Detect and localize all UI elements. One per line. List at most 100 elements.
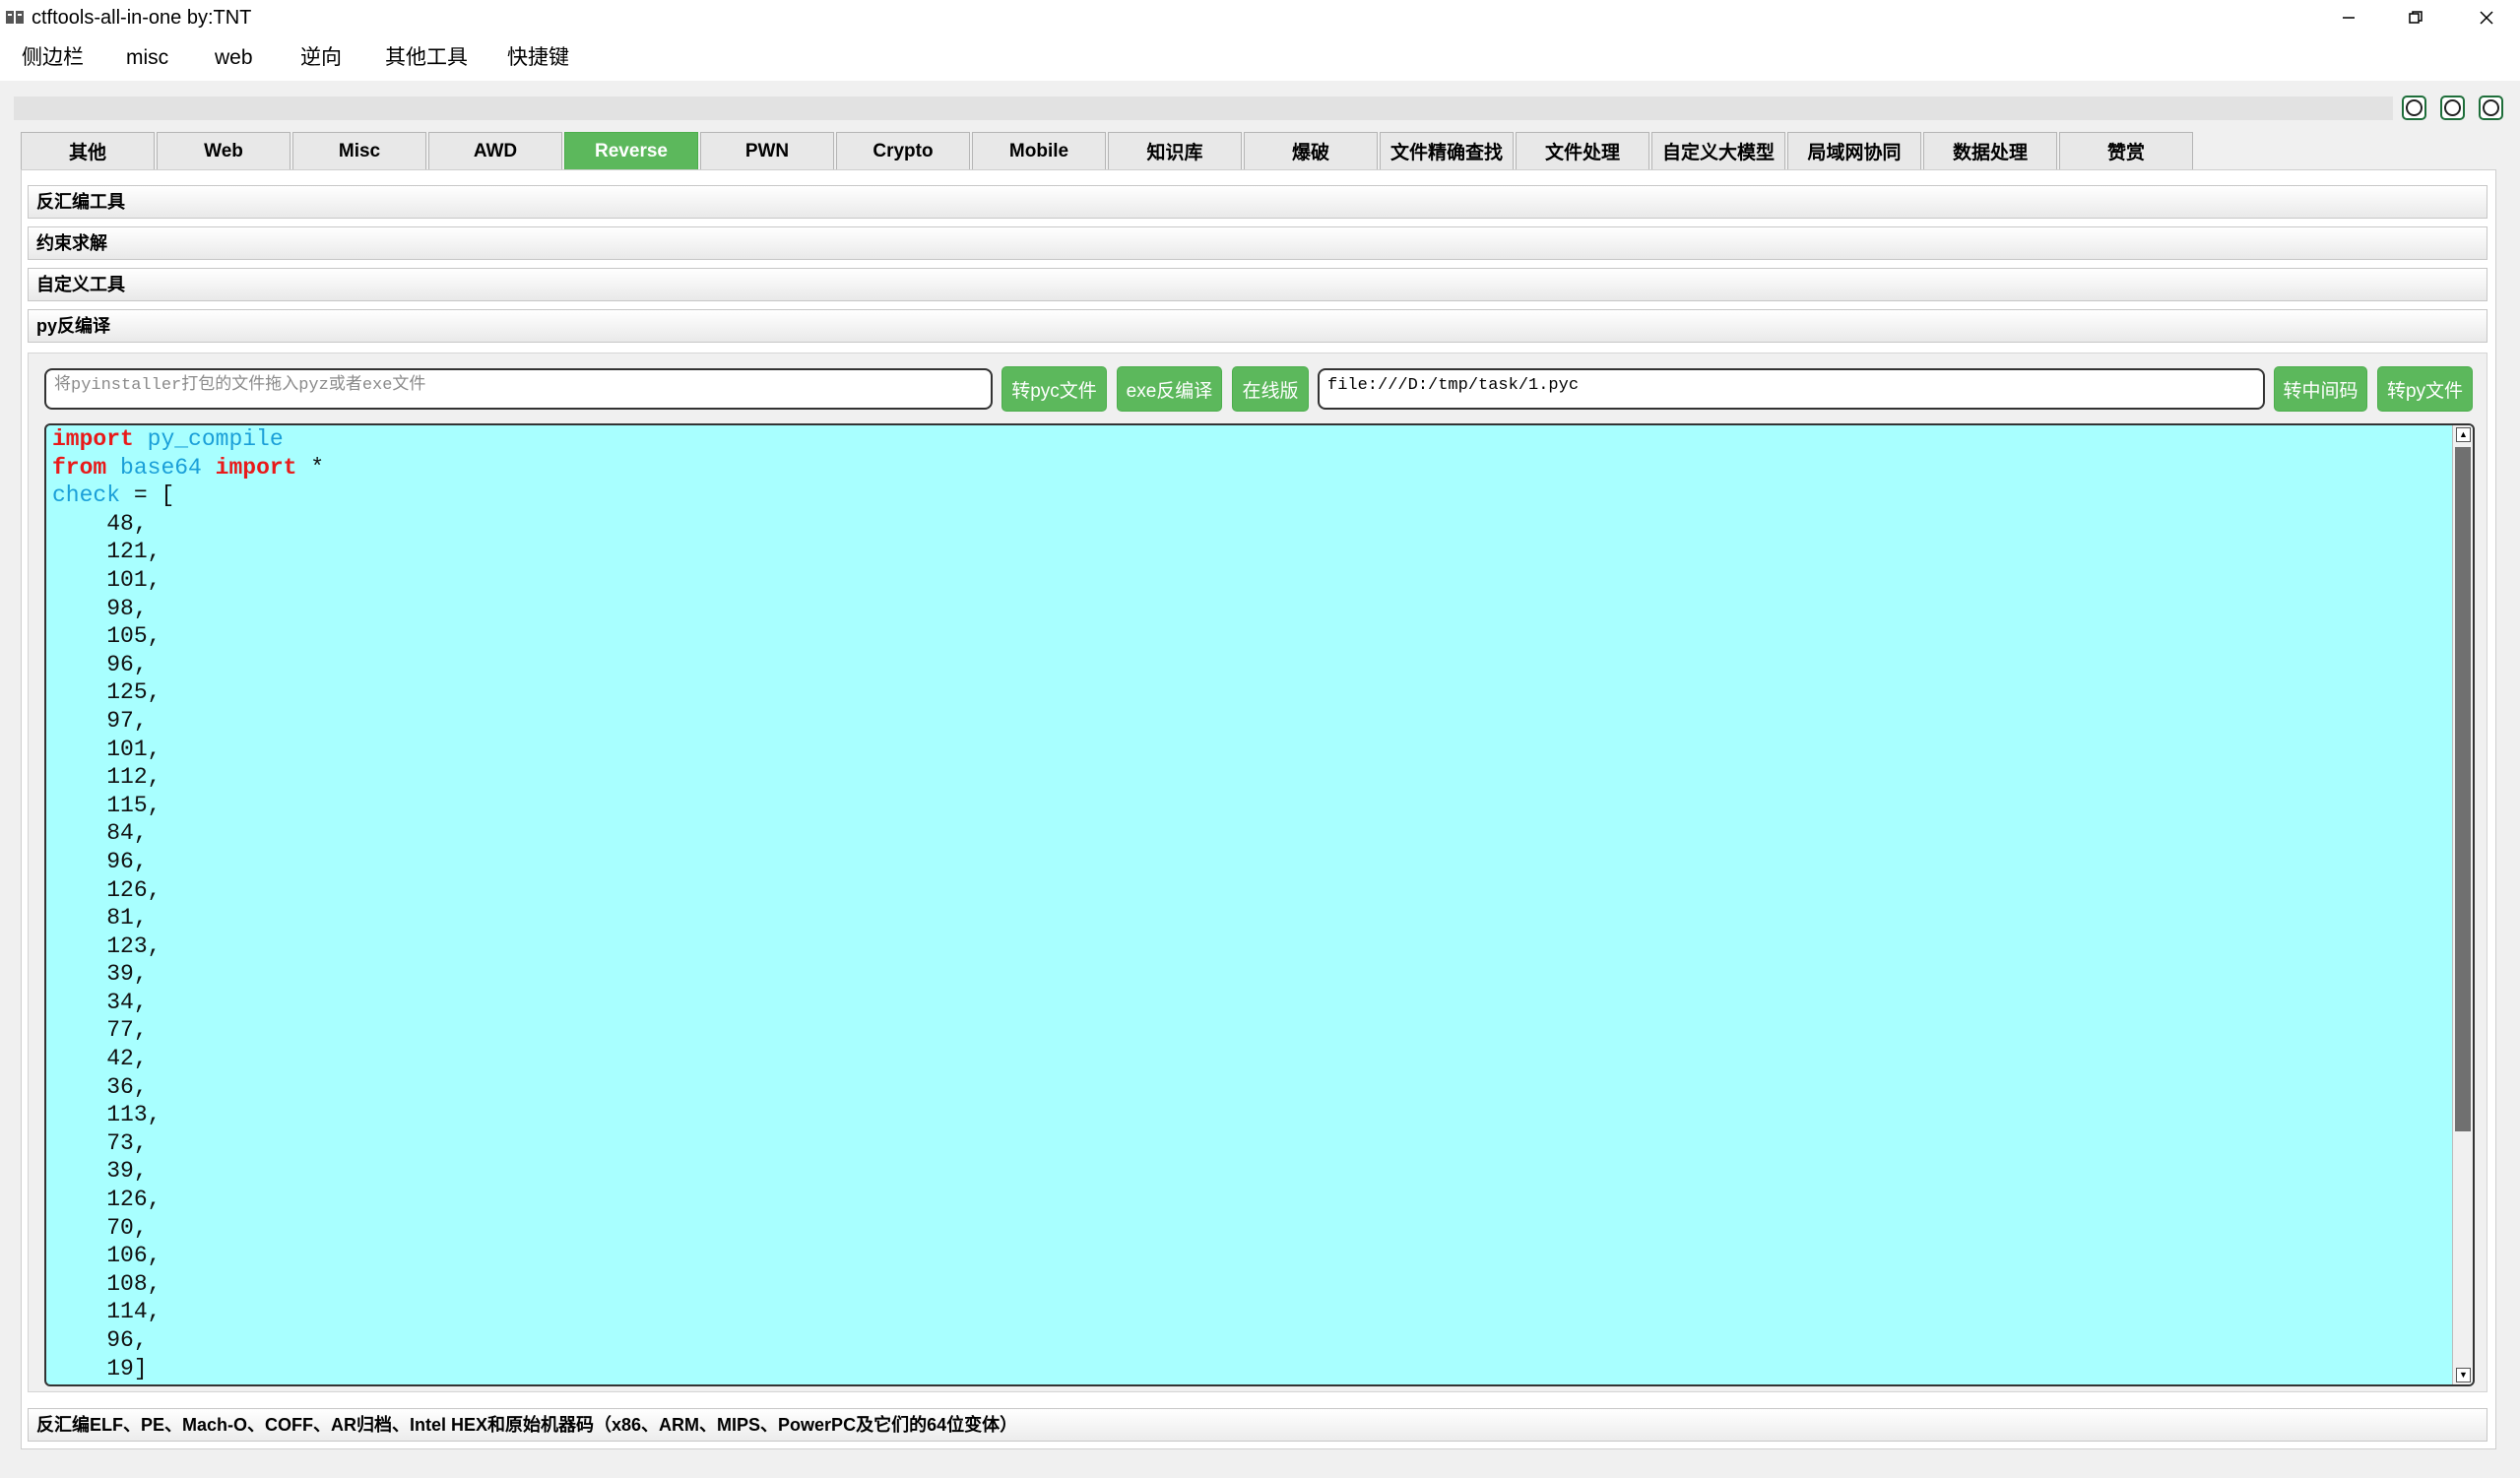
tab-knowledge-base[interactable]: 知识库 — [1108, 132, 1242, 169]
circle-button-2[interactable] — [2440, 96, 2465, 120]
section-disassembler[interactable]: 反汇编工具 — [28, 185, 2488, 219]
top-strip — [14, 96, 2393, 120]
tab-crypto[interactable]: Crypto — [836, 132, 970, 169]
to-py-button[interactable]: 转py文件 — [2377, 366, 2473, 412]
tab-custom-llm[interactable]: 自定义大模型 — [1651, 132, 1785, 169]
tab-reverse[interactable]: Reverse — [564, 132, 698, 169]
restore-button[interactable] — [2381, 0, 2450, 35]
code-line: 96, — [52, 1327, 148, 1353]
code-line: 84, — [52, 820, 148, 847]
scroll-up-arrow-icon[interactable]: ▲ — [2456, 427, 2471, 442]
online-version-button[interactable]: 在线版 — [1232, 366, 1309, 412]
close-icon — [2480, 11, 2493, 25]
code-line: 125, — [52, 679, 162, 706]
code-line: 70, — [52, 1214, 148, 1241]
code-identifier: check — [52, 482, 121, 509]
code-line: 48, — [52, 510, 148, 537]
circle-icon — [2483, 99, 2499, 116]
code-line: 96, — [52, 651, 148, 677]
circle-button-1[interactable] — [2402, 96, 2426, 120]
tab-misc[interactable]: Misc — [292, 132, 426, 169]
code-line: import py_compile — [52, 425, 324, 454]
code-keyword: import — [52, 426, 134, 452]
app-icon — [6, 11, 24, 24]
pyc-file-path-input[interactable]: file:///D:/tmp/task/1.pyc — [1318, 368, 2265, 410]
code-line: 98, — [52, 595, 148, 621]
section-constraint-solver[interactable]: 约束求解 — [28, 226, 2488, 260]
tab-web[interactable]: Web — [157, 132, 291, 169]
window-title: ctftools-all-in-one by:TNT — [32, 7, 252, 29]
code-line: 42, — [52, 1046, 148, 1072]
code-line: 115, — [52, 792, 162, 818]
circle-icon — [2444, 99, 2461, 116]
minimize-button[interactable] — [2314, 0, 2383, 35]
menu-reverse[interactable]: 逆向 — [300, 43, 342, 73]
code-line: 39, — [52, 1158, 148, 1185]
check-array-values: 48, 121, 101, 98, 105, 96, 125, 97, 101,… — [52, 510, 324, 1382]
code-line: 113, — [52, 1102, 162, 1128]
code-line: 101, — [52, 736, 162, 762]
vertical-scrollbar[interactable]: ▲ ▼ — [2452, 425, 2473, 1384]
tab-pwn[interactable]: PWN — [700, 132, 834, 169]
tab-file-search[interactable]: 文件精确查找 — [1380, 132, 1514, 169]
status-bar: 反汇编ELF、PE、Mach-O、COFF、AR归档、Intel HEX和原始机… — [28, 1408, 2488, 1442]
tab-file-processing[interactable]: 文件处理 — [1516, 132, 1649, 169]
tab-data-processing[interactable]: 数据处理 — [1923, 132, 2057, 169]
code-line: check = [ — [52, 482, 324, 510]
title-bar: ctftools-all-in-one by:TNT — [0, 0, 2520, 35]
close-button[interactable] — [2452, 0, 2520, 35]
code-keyword: import — [215, 454, 297, 481]
code-line: 112, — [52, 764, 162, 791]
menu-web[interactable]: web — [215, 43, 253, 73]
code-text-fragment: = [ — [120, 482, 175, 509]
code-line: 106, — [52, 1243, 162, 1269]
code-line: 36, — [52, 1073, 148, 1100]
code-line: 105, — [52, 623, 162, 650]
circle-button-3[interactable] — [2479, 96, 2503, 120]
code-line: 121, — [52, 539, 162, 565]
code-text: import py_compile from base64 import * che… — [52, 425, 324, 1382]
tab-bruteforce[interactable]: 爆破 — [1244, 132, 1378, 169]
code-editor[interactable]: import py_compile from base64 import * che… — [44, 423, 2475, 1386]
code-line: from base64 import * — [52, 454, 324, 482]
to-pyc-button[interactable]: 转pyc文件 — [1002, 366, 1107, 412]
code-text-fragment: * — [296, 454, 325, 481]
code-line: 114, — [52, 1299, 162, 1325]
code-identifier: py_compile — [147, 426, 284, 452]
tab-awd[interactable]: AWD — [428, 132, 562, 169]
scroll-down-arrow-icon[interactable]: ▼ — [2456, 1368, 2471, 1382]
pyinstaller-drop-input[interactable]: 将pyinstaller打包的文件拖入pyz或者exe文件 — [44, 368, 993, 410]
code-line: 39, — [52, 961, 148, 988]
restore-icon — [2409, 11, 2423, 24]
code-line: 123, — [52, 932, 162, 959]
code-keyword: from — [52, 454, 107, 481]
code-line: 126, — [52, 1187, 162, 1213]
to-bytecode-button[interactable]: 转中间码 — [2274, 366, 2367, 412]
code-line: 34, — [52, 989, 148, 1015]
code-line: 77, — [52, 1017, 148, 1044]
code-line: 96, — [52, 848, 148, 874]
tab-bar: 其他 Web Misc AWD Reverse PWN Crypto Mobil… — [21, 132, 2195, 169]
minimize-icon — [2343, 17, 2355, 19]
circle-icon — [2406, 99, 2423, 116]
tab-lan-collab[interactable]: 局域网协同 — [1787, 132, 1921, 169]
code-line: 73, — [52, 1129, 148, 1156]
menu-misc[interactable]: misc — [126, 43, 168, 73]
code-line: 97, — [52, 707, 148, 734]
tab-other[interactable]: 其他 — [21, 132, 155, 169]
code-line: 126, — [52, 876, 162, 903]
code-line: 108, — [52, 1270, 162, 1297]
menu-other-tools[interactable]: 其他工具 — [385, 43, 468, 73]
menu-bar: 侧边栏 misc web 逆向 其他工具 快捷键 — [0, 35, 2520, 81]
code-line: 81, — [52, 905, 148, 932]
tab-mobile[interactable]: Mobile — [972, 132, 1106, 169]
tab-donate[interactable]: 赞赏 — [2059, 132, 2193, 169]
section-py-decompile[interactable]: py反编译 — [28, 309, 2488, 343]
menu-shortcuts[interactable]: 快捷键 — [507, 43, 569, 73]
exe-decompile-button[interactable]: exe反编译 — [1117, 366, 1222, 412]
code-line: 19] — [52, 1355, 148, 1382]
menu-sidebar[interactable]: 侧边栏 — [22, 43, 84, 73]
scroll-thumb[interactable] — [2455, 447, 2471, 1131]
code-identifier: base64 — [120, 454, 202, 481]
section-custom-tools[interactable]: 自定义工具 — [28, 268, 2488, 301]
